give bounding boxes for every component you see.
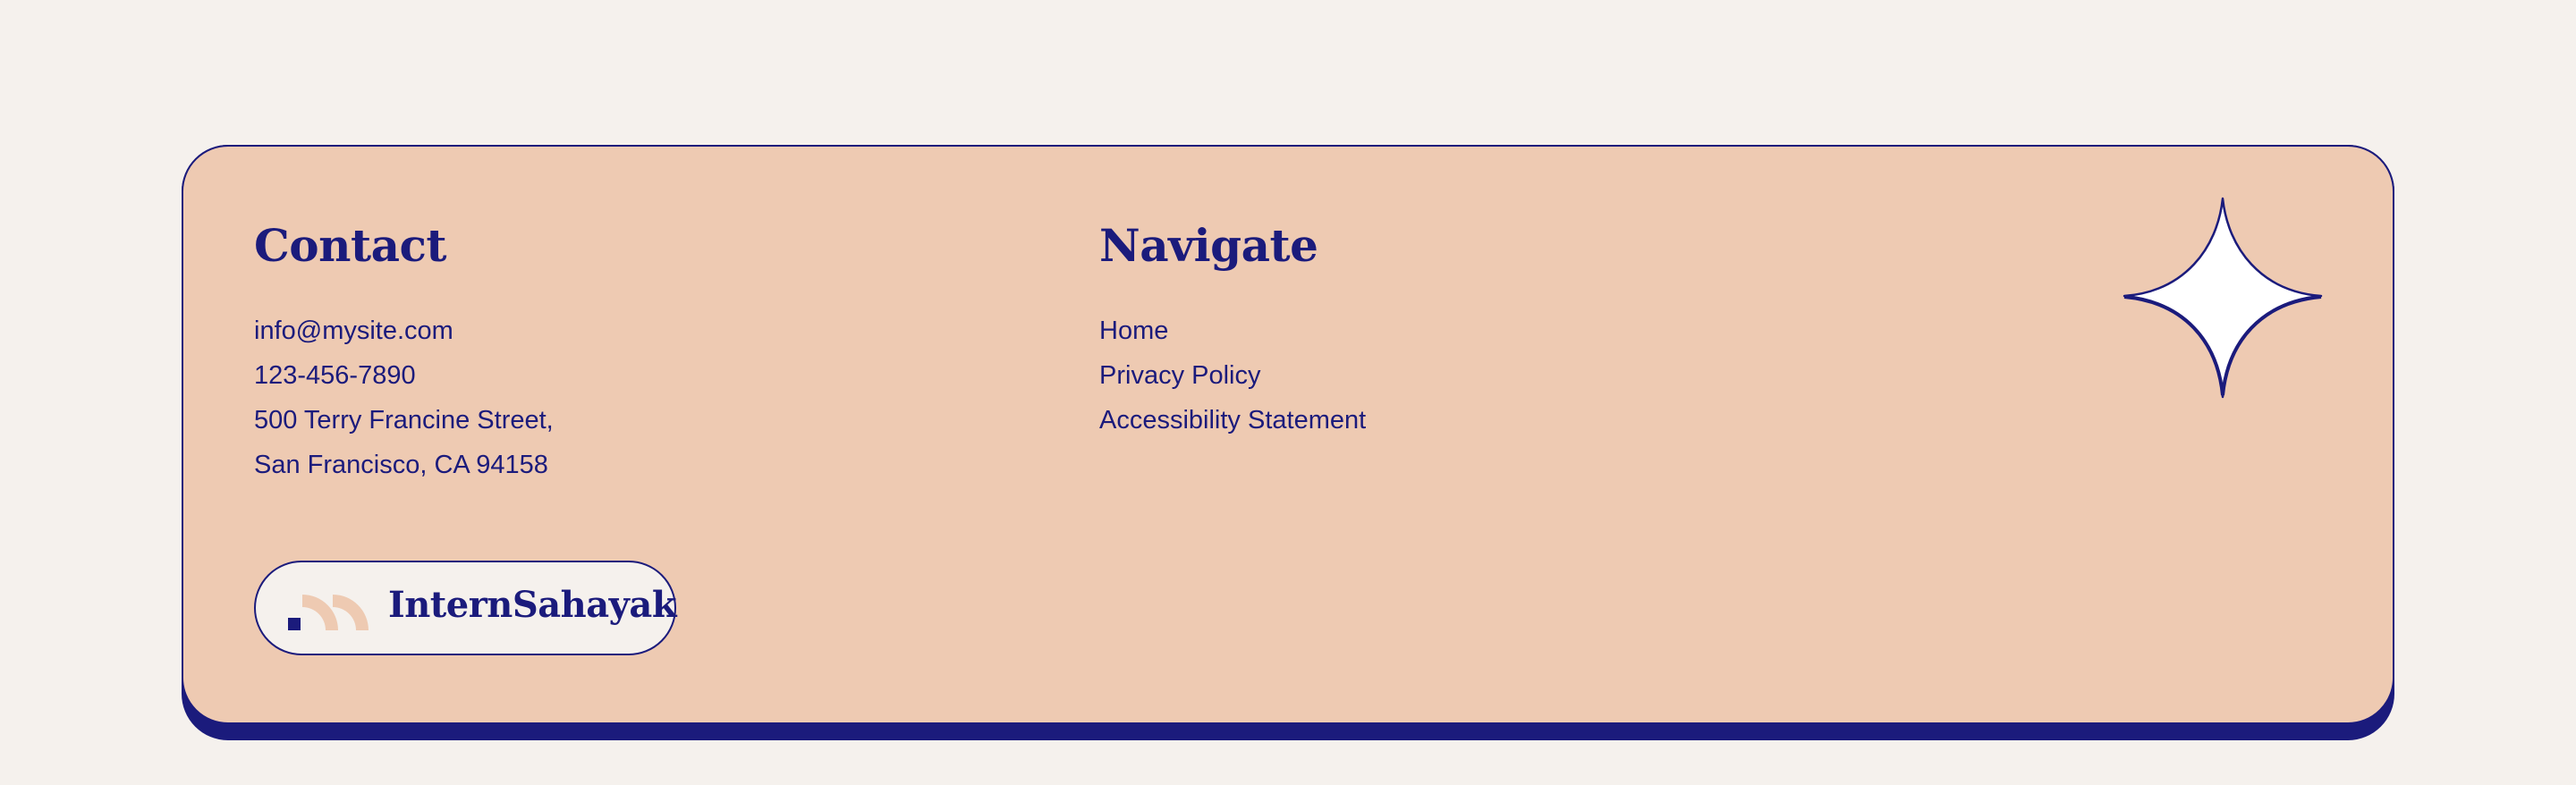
- contact-address-line-1: 500 Terry Francine Street,: [254, 406, 554, 435]
- contact-address-line-2: San Francisco, CA 94158: [254, 451, 548, 479]
- arc-signal-logo-icon: [288, 595, 369, 630]
- nav-link-accessibility-statement[interactable]: Accessibility Statement: [1099, 408, 1366, 434]
- brand-name: InternSahayak: [388, 584, 677, 626]
- navigate-heading: Navigate: [1099, 219, 1318, 272]
- four-point-sparkle-icon: [2123, 197, 2323, 399]
- brand-logo-link[interactable]: InternSahayak: [254, 561, 677, 655]
- contact-phone: 123-456-7890: [254, 361, 416, 390]
- contact-email-link[interactable]: info@mysite.com: [254, 318, 453, 344]
- nav-link-home[interactable]: Home: [1099, 318, 1168, 344]
- nav-link-privacy-policy[interactable]: Privacy Policy: [1099, 363, 1261, 389]
- contact-heading: Contact: [254, 219, 447, 272]
- site-footer: Contact info@mysite.com 123-456-7890 500…: [182, 145, 2394, 724]
